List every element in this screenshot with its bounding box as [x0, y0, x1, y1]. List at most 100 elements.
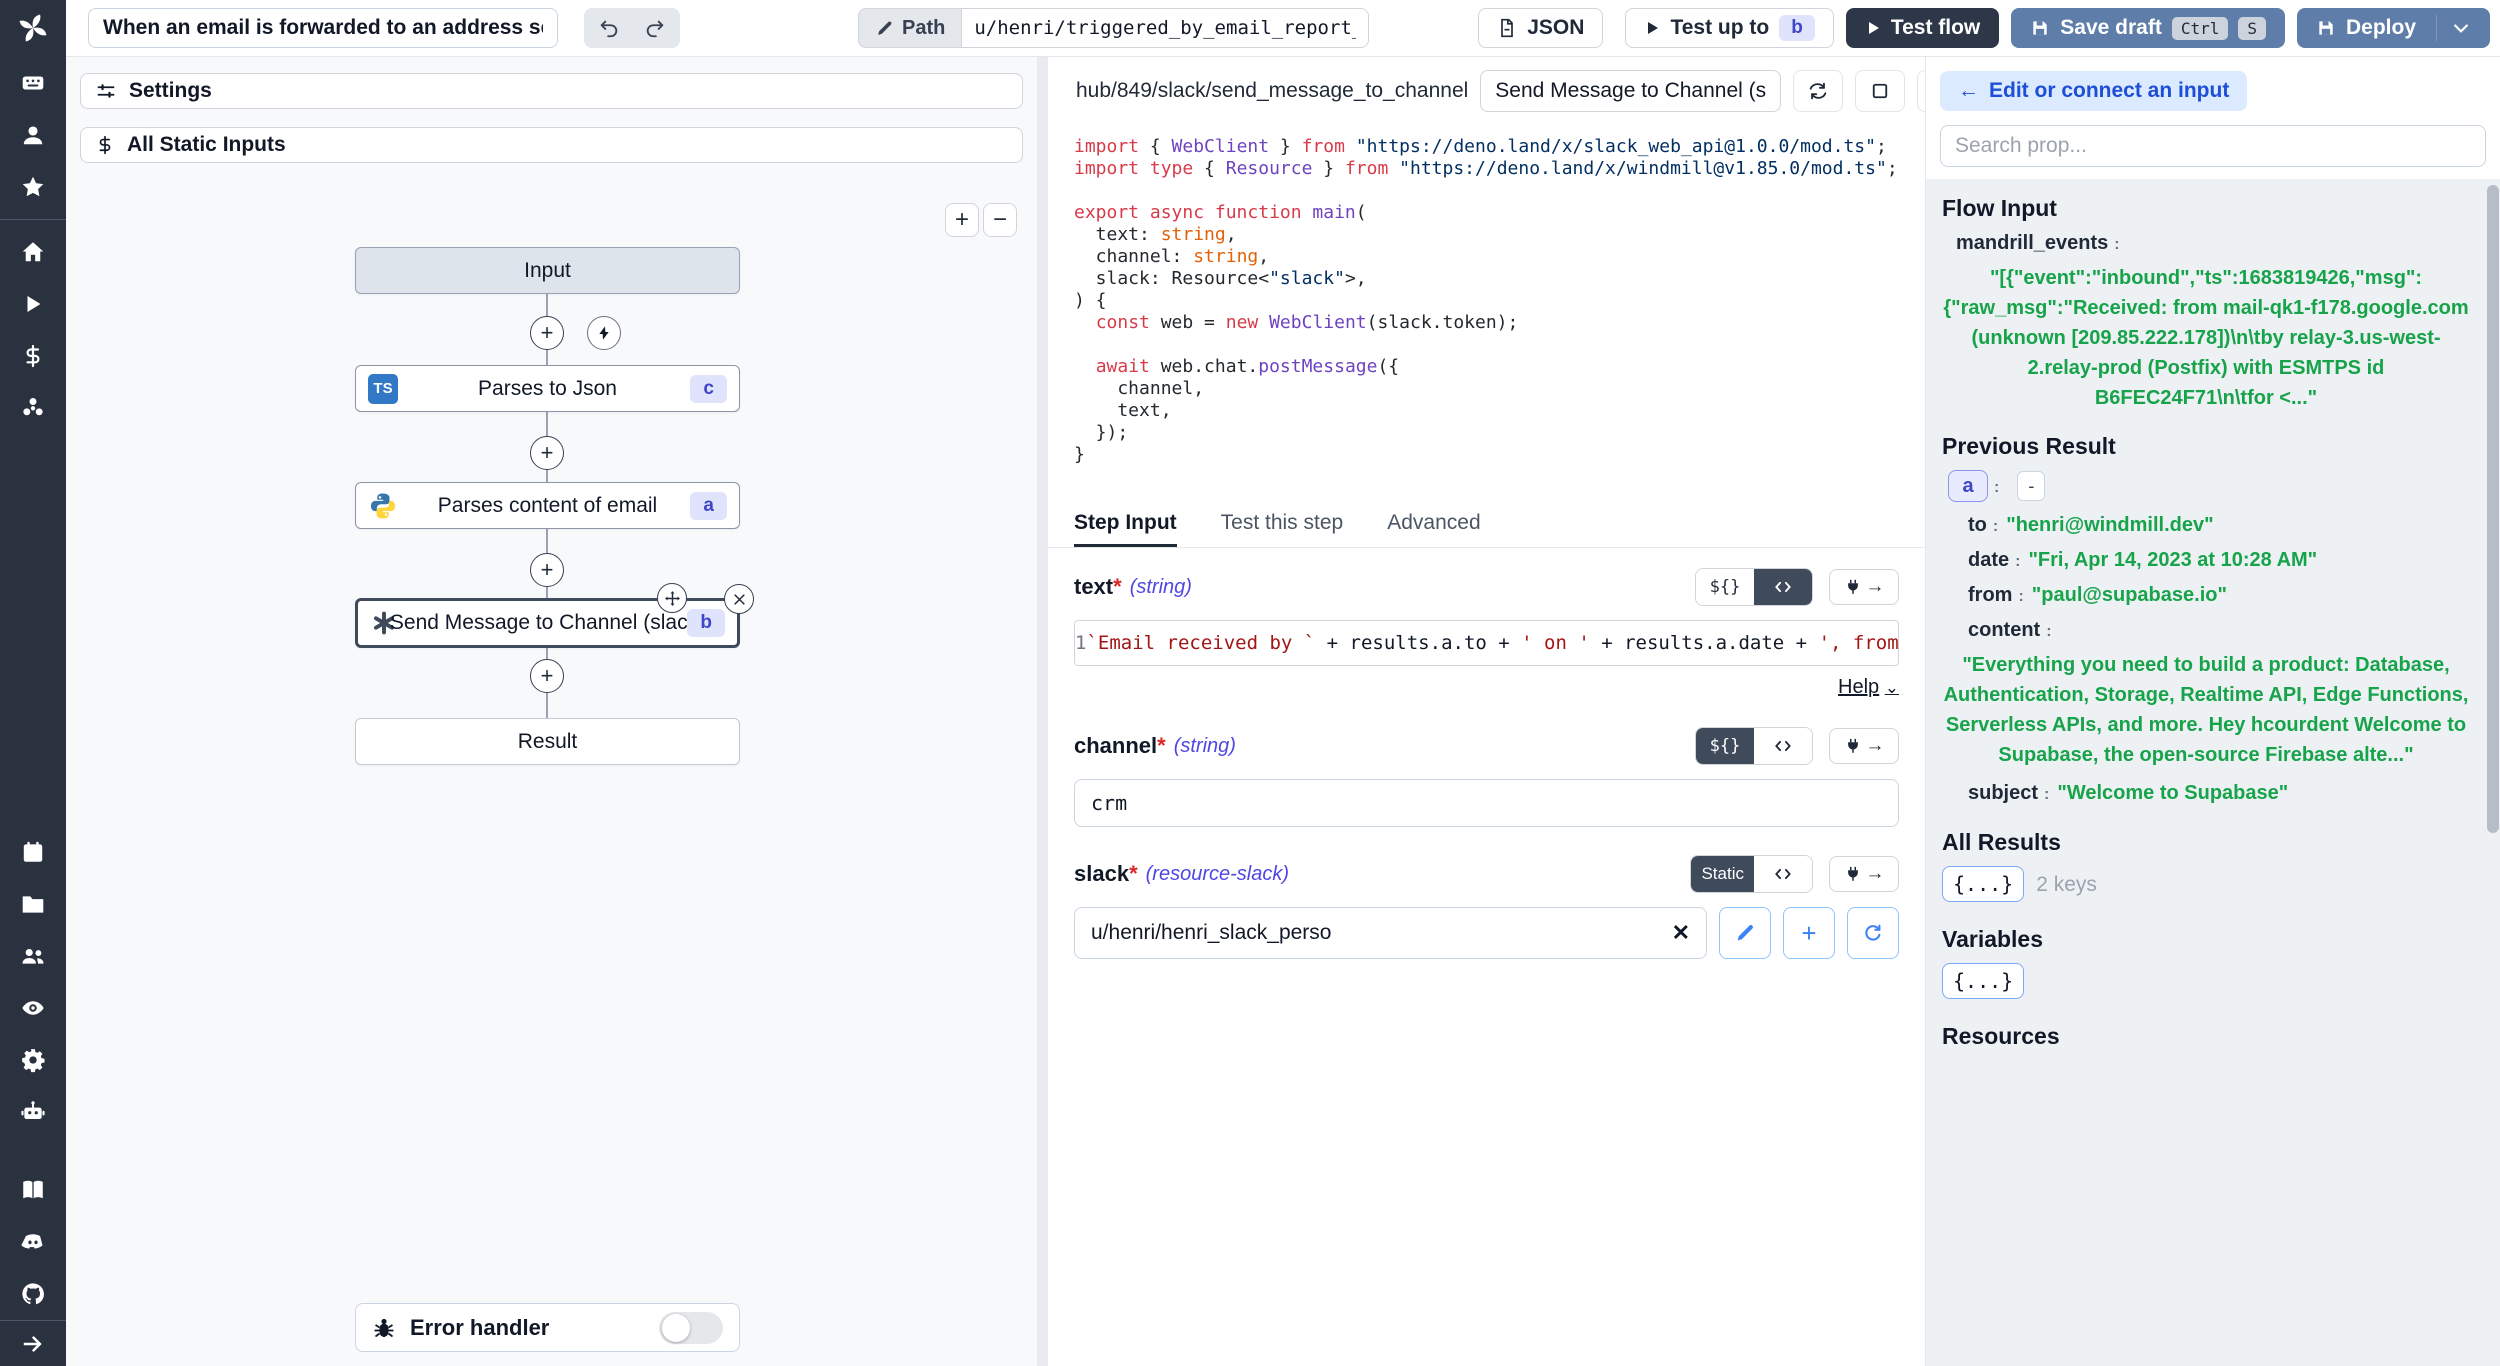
code-mode-button[interactable] — [1754, 569, 1812, 605]
edit-resource-button[interactable] — [1719, 907, 1771, 959]
code-token: web = — [1150, 312, 1226, 333]
colon: : — [2018, 588, 2023, 606]
subject-row[interactable]: subject : "Welcome to Supabase" — [1942, 782, 2470, 805]
sidebar-folder-icon[interactable] — [0, 878, 66, 930]
sidebar-app-icon[interactable] — [0, 57, 66, 109]
prop-row-date[interactable]: date:"Fri, Apr 14, 2023 at 10:28 AM" — [1942, 549, 2470, 572]
sidebar-home-icon[interactable] — [0, 226, 66, 278]
panel-resize-gutter[interactable] — [1037, 57, 1048, 1366]
content-row[interactable]: content : — [1942, 619, 2470, 642]
canvas-zoom-in-button[interactable]: + — [945, 203, 979, 237]
code-token: text, — [1074, 400, 1172, 421]
sidebar-discord-icon[interactable] — [0, 1216, 66, 1268]
flow-settings-button[interactable]: Settings — [80, 73, 1023, 109]
sidebar-spinner-icon[interactable] — [0, 382, 66, 434]
variables-object-chip[interactable]: {...} — [1942, 963, 2024, 999]
json-button[interactable]: JSON — [1478, 8, 1603, 48]
collapse-button[interactable]: - — [2017, 471, 2045, 501]
insert-step-button[interactable]: + — [530, 659, 564, 693]
code-token: text: — [1074, 224, 1161, 245]
add-resource-button[interactable]: + — [1783, 907, 1835, 959]
windmill-logo[interactable] — [0, 0, 66, 57]
refresh-resource-button[interactable] — [1847, 907, 1899, 959]
sidebar-eye-icon[interactable] — [0, 982, 66, 1034]
flow-node-input[interactable]: Input — [355, 247, 740, 294]
expand-editor-button[interactable] — [1855, 70, 1905, 112]
trigger-bolt-button[interactable] — [587, 316, 621, 350]
move-step-handle[interactable] — [657, 583, 687, 613]
clear-resource-icon[interactable]: ✕ — [1672, 920, 1690, 946]
sidebar-book-icon[interactable] — [0, 1164, 66, 1216]
step-badge: c — [690, 375, 727, 403]
save-draft-button[interactable]: Save draft Ctrl S — [2011, 8, 2285, 48]
sidebar-users-icon[interactable] — [0, 930, 66, 982]
test-flow-button[interactable]: Test flow — [1846, 8, 1999, 48]
sidebar-expand-button[interactable] — [0, 1320, 66, 1366]
insert-step-button[interactable]: + — [530, 436, 564, 470]
sidebar-play-icon[interactable] — [0, 278, 66, 330]
flow-node-result[interactable]: Result — [355, 718, 740, 765]
template-mode-button[interactable]: ${} — [1696, 569, 1754, 605]
prop-row-to[interactable]: to:"henri@windmill.dev" — [1942, 514, 2470, 537]
colon: : — [2015, 553, 2020, 571]
sidebar-github-icon[interactable] — [0, 1268, 66, 1320]
insert-step-button[interactable]: + — [530, 553, 564, 587]
error-handler-node[interactable]: Error handler — [355, 1303, 740, 1352]
content-value[interactable]: "Everything you need to build a product:… — [1942, 650, 2470, 770]
connect-input-button[interactable]: → — [1829, 728, 1899, 764]
field-type: (string) — [1174, 735, 1236, 758]
code-token: ( — [1356, 202, 1367, 223]
expression-code: `Email received by ` + results.a.to + ' … — [1086, 632, 1899, 654]
tab-advanced[interactable]: Advanced — [1387, 502, 1480, 547]
sidebar-gear-icon[interactable] — [0, 1034, 66, 1086]
text-expression-editor[interactable]: 1 `Email received by ` + results.a.to + … — [1074, 620, 1899, 666]
template-mode-button[interactable]: ${} — [1696, 728, 1754, 764]
code-mode-button[interactable] — [1754, 856, 1812, 892]
reload-script-button[interactable] — [1793, 70, 1843, 112]
zoom-in-glyph: + — [955, 206, 969, 234]
insert-step-button[interactable]: + — [530, 316, 564, 350]
mandrill-events-value[interactable]: "[{"event":"inbound","ts":1683819426,"ms… — [1942, 263, 2470, 413]
chevron-down-icon[interactable] — [2451, 18, 2471, 38]
connect-input-button[interactable]: → — [1829, 856, 1899, 892]
all-results-object-chip[interactable]: {...} — [1942, 866, 2024, 902]
path-input[interactable] — [961, 8, 1369, 48]
flow-title-input[interactable] — [88, 8, 558, 48]
sidebar-dollar-icon[interactable] — [0, 330, 66, 382]
sidebar-calendar-icon[interactable] — [0, 826, 66, 878]
static-mode-button[interactable]: Static — [1691, 856, 1754, 892]
result-a-chip[interactable]: a — [1948, 470, 1988, 502]
pencil-icon — [1734, 922, 1756, 944]
sidebar-star-icon[interactable] — [0, 161, 66, 213]
colon: : — [1993, 518, 1998, 536]
sidebar-user-icon[interactable] — [0, 109, 66, 161]
scrollbar-thumb[interactable] — [2487, 185, 2499, 833]
redo-button[interactable] — [632, 10, 678, 46]
edit-or-connect-button[interactable]: ← Edit or connect an input — [1940, 71, 2247, 111]
tab-test-this-step[interactable]: Test this step — [1221, 502, 1344, 547]
tab-step-input[interactable]: Step Input — [1074, 502, 1177, 547]
code-mode-button[interactable] — [1754, 728, 1812, 764]
connect-input-button[interactable]: → — [1829, 569, 1899, 605]
test-up-to-button[interactable]: Test up to b — [1625, 8, 1833, 48]
code-editor[interactable]: import { WebClient } from "https://deno.… — [1048, 124, 1925, 502]
prop-row-from[interactable]: from:"paul@supabase.io" — [1942, 584, 2470, 607]
error-handler-toggle[interactable] — [659, 1312, 723, 1344]
channel-input[interactable] — [1074, 779, 1899, 827]
canvas-zoom-out-button[interactable]: − — [983, 203, 1017, 237]
search-prop-input[interactable] — [1940, 125, 2486, 167]
step-title-input[interactable] — [1480, 70, 1781, 112]
prop-key: content — [1968, 619, 2040, 642]
sidebar-robot-icon[interactable] — [0, 1086, 66, 1138]
path-button[interactable]: Path — [858, 8, 961, 48]
chevron-down-icon[interactable]: ⌄ — [1885, 678, 1899, 697]
deploy-button[interactable]: Deploy — [2297, 8, 2490, 48]
flow-node-parses-content[interactable]: Parses content of email a — [355, 482, 740, 529]
delete-step-button[interactable] — [724, 584, 754, 614]
help-link[interactable]: Help — [1838, 676, 1879, 698]
mandrill-events-row[interactable]: mandrill_events : — [1942, 232, 2470, 255]
slack-resource-picker[interactable]: u/henri/henri_slack_perso ✕ — [1074, 907, 1707, 959]
all-static-inputs-button[interactable]: All Static Inputs — [80, 127, 1023, 163]
flow-node-parses-to-json[interactable]: TS Parses to Json c — [355, 365, 740, 412]
undo-button[interactable] — [586, 10, 632, 46]
